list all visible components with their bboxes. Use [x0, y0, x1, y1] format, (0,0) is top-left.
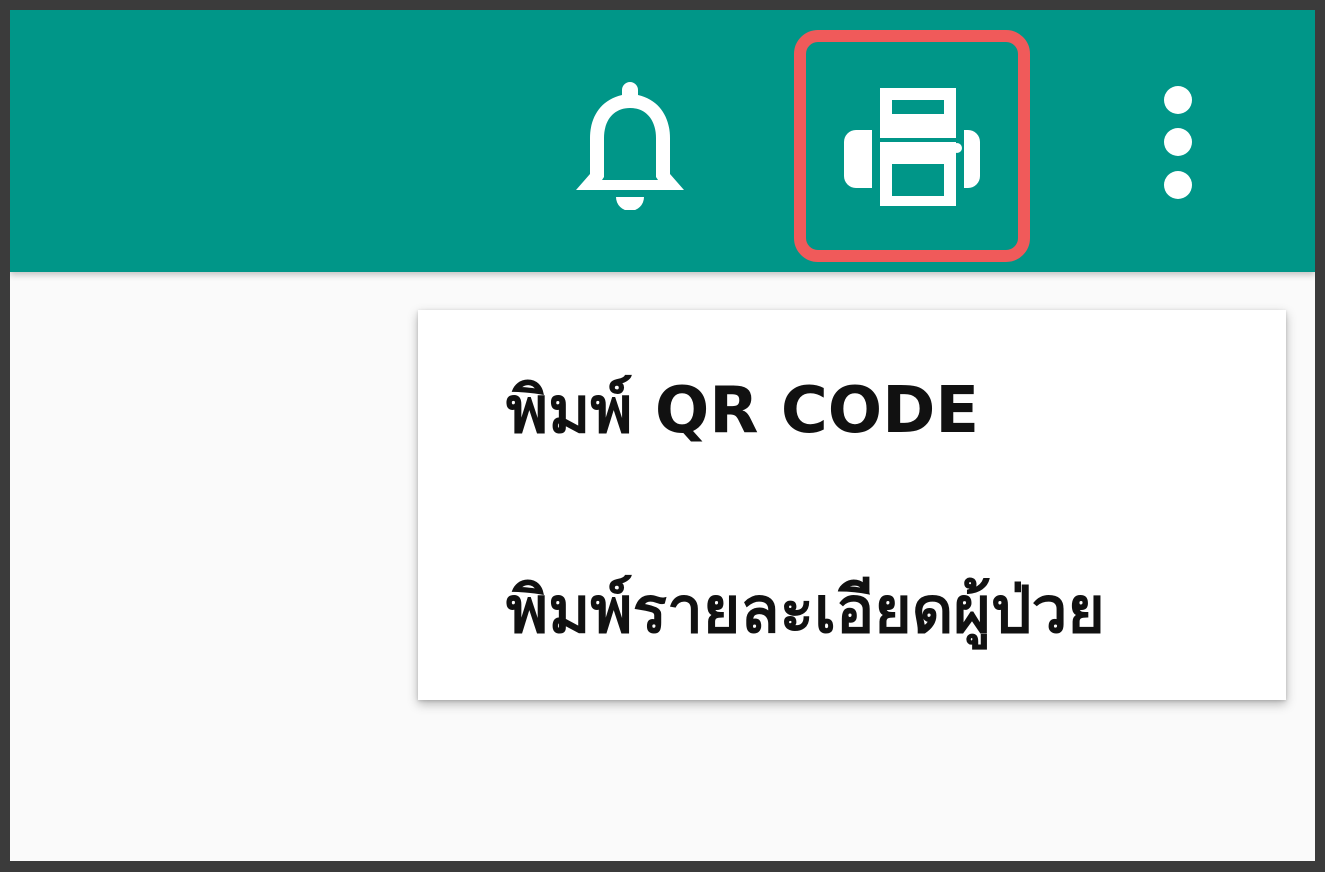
bell-icon	[576, 82, 684, 211]
more-options-button[interactable]	[1150, 80, 1210, 210]
print-button[interactable]	[794, 30, 1030, 262]
menu-item-print-qr-code[interactable]: พิมพ์ QR CODE	[418, 330, 1286, 490]
highlight-box	[794, 30, 1030, 262]
app-toolbar	[10, 10, 1315, 272]
print-dropdown-menu: พิมพ์ QR CODE พิมพ์รายละเอียดผู้ป่วย	[418, 310, 1286, 700]
app-window: พิมพ์ QR CODE พิมพ์รายละเอียดผู้ป่วย	[10, 10, 1315, 861]
menu-item-print-patient-details[interactable]: พิมพ์รายละเอียดผู้ป่วย	[418, 530, 1286, 690]
notifications-button[interactable]	[572, 80, 688, 211]
more-vertical-icon	[1164, 86, 1192, 199]
